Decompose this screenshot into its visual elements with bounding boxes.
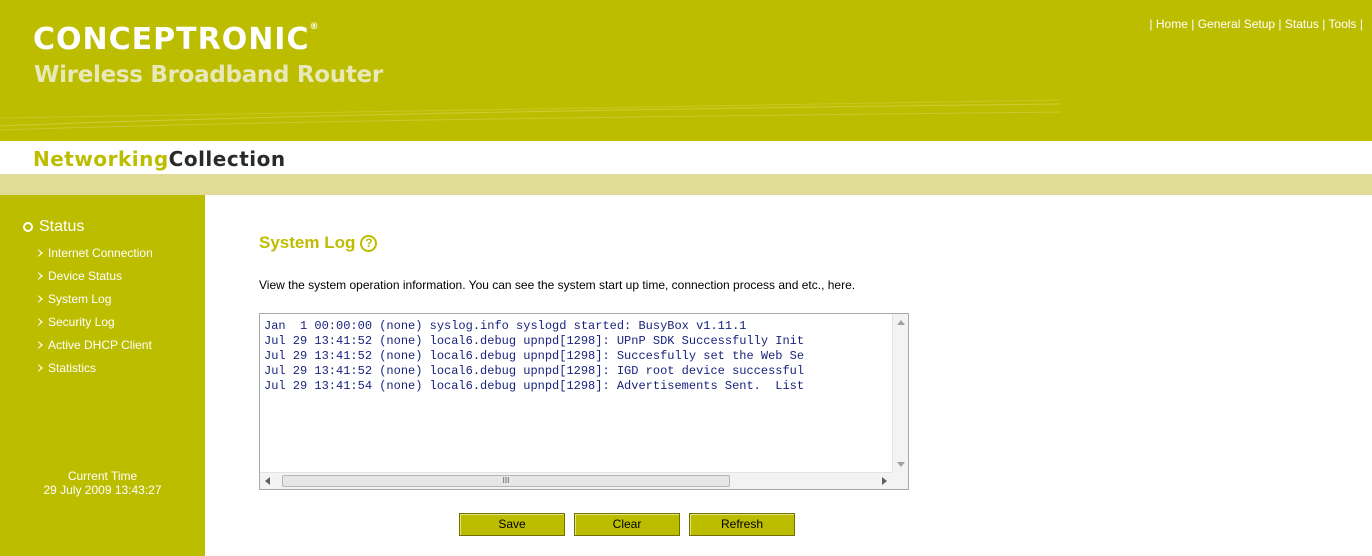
decorative-lines: [0, 99, 1060, 131]
sidebar-item-internet-connection[interactable]: Internet Connection: [38, 241, 153, 264]
triangle-right-icon: [38, 317, 43, 326]
circle-bullet-icon: [23, 222, 33, 232]
collection-band: NetworkingCollection: [0, 141, 1372, 174]
top-navigation: | Home | General Setup | Status | Tools …: [1149, 17, 1363, 31]
page-description: View the system operation information. Y…: [259, 278, 856, 292]
brand-logo: CONCEPTRONIC®: [33, 22, 320, 57]
help-icon[interactable]: ?: [360, 234, 378, 252]
sidebar-section-status[interactable]: Status: [23, 218, 84, 236]
sidebar-menu: Internet Connection Device Status System…: [38, 241, 153, 379]
triangle-right-icon: [38, 340, 43, 349]
log-content: Jan 1 00:00:00 (none) syslog.info syslog…: [264, 319, 892, 469]
log-line: Jan 1 00:00:00 (none) syslog.info syslog…: [264, 319, 747, 333]
log-line: Jul 29 13:41:54 (none) local6.debug upnp…: [264, 379, 805, 393]
scrollbar-corner: [892, 472, 908, 489]
log-line: Jul 29 13:41:52 (none) local6.debug upnp…: [264, 334, 805, 348]
current-time-label: Current Time: [67, 469, 138, 483]
clear-button[interactable]: Clear: [574, 513, 680, 536]
collection-logo: NetworkingCollection: [33, 147, 286, 171]
triangle-right-icon: [38, 363, 43, 372]
scroll-down-arrow-icon[interactable]: [897, 462, 905, 467]
nav-tools-link[interactable]: Tools: [1329, 17, 1357, 31]
triangle-right-icon: [38, 294, 43, 303]
vertical-scrollbar[interactable]: [892, 314, 908, 473]
sidebar-section-label: Status: [39, 218, 85, 235]
log-line: Jul 29 13:41:52 (none) local6.debug upnp…: [264, 364, 805, 378]
sidebar: Status Internet Connection Device Status…: [0, 195, 205, 556]
nav-status-link[interactable]: Status: [1285, 17, 1319, 31]
scroll-right-arrow-icon[interactable]: [882, 477, 887, 485]
sidebar-item-statistics[interactable]: Statistics: [38, 356, 153, 379]
triangle-right-icon: [38, 271, 43, 280]
triangle-right-icon: [38, 248, 43, 257]
save-button[interactable]: Save: [459, 513, 565, 536]
scroll-left-arrow-icon[interactable]: [265, 477, 270, 485]
divider-stripe: [0, 174, 1372, 195]
horizontal-scrollbar[interactable]: III: [260, 472, 892, 489]
nav-general-setup-link[interactable]: General Setup: [1198, 17, 1275, 31]
scroll-up-arrow-icon[interactable]: [897, 320, 905, 325]
sidebar-item-device-status[interactable]: Device Status: [38, 264, 153, 287]
log-line: Jul 29 13:41:52 (none) local6.debug upnp…: [264, 349, 805, 363]
sidebar-item-system-log[interactable]: System Log: [38, 287, 153, 310]
refresh-button[interactable]: Refresh: [689, 513, 795, 536]
current-time: Current Time 29 July 2009 13:43:27: [0, 469, 205, 497]
header-banner: CONCEPTRONIC® Wireless Broadband Router …: [0, 0, 1372, 141]
current-time-value: 29 July 2009 13:43:27: [43, 483, 162, 497]
sidebar-item-security-log[interactable]: Security Log: [38, 310, 153, 333]
system-log-textarea[interactable]: Jan 1 00:00:00 (none) syslog.info syslog…: [259, 313, 909, 490]
horizontal-scroll-thumb[interactable]: III: [282, 475, 730, 487]
sidebar-item-active-dhcp-client[interactable]: Active DHCP Client: [38, 333, 153, 356]
page-title: System Log ?: [259, 233, 378, 253]
product-subtitle: Wireless Broadband Router: [34, 62, 383, 88]
nav-home-link[interactable]: Home: [1156, 17, 1188, 31]
